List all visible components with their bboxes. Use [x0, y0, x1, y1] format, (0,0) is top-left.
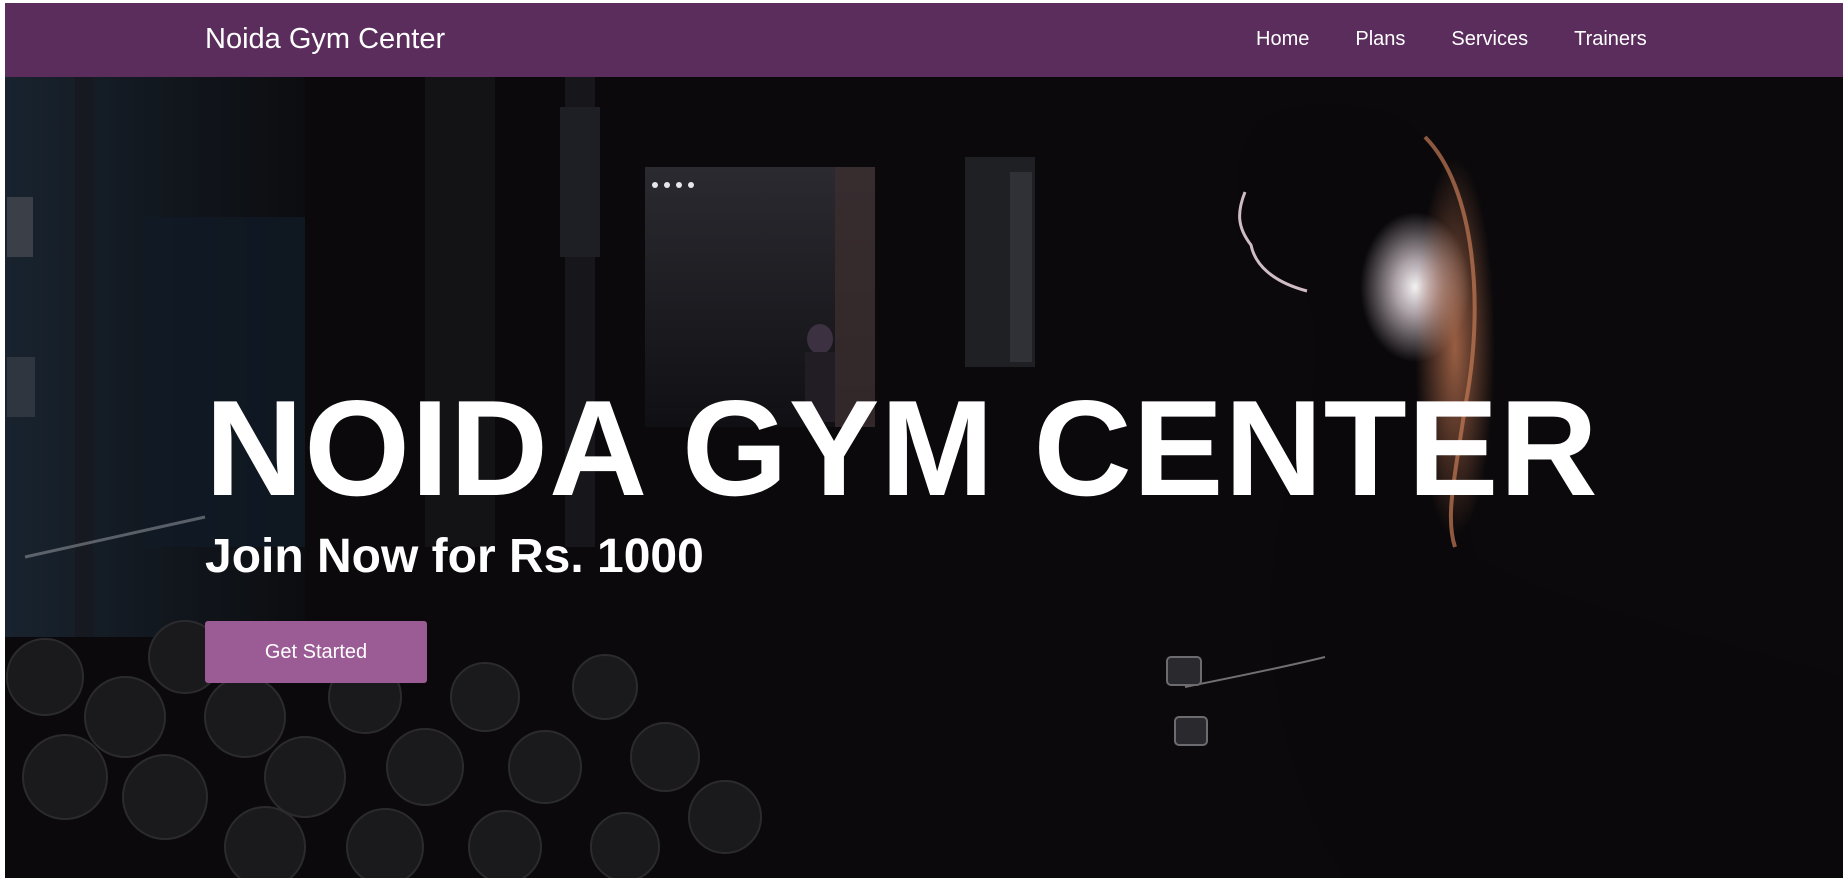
nav-links: Home Plans Services Trainers [1256, 28, 1693, 51]
hero-title: NOIDA GYM CENTER [205, 372, 1599, 524]
brand-logo-link[interactable]: Noida Gym Center [205, 23, 445, 56]
nav-link-home[interactable]: Home [1256, 28, 1309, 51]
hero-section: NOIDA GYM CENTER Join Now for Rs. 1000 G… [5, 77, 1843, 878]
nav-link-services[interactable]: Services [1451, 28, 1528, 51]
get-started-button[interactable]: Get Started [205, 621, 427, 683]
page-frame: Noida Gym Center Home Plans Services Tra… [5, 3, 1843, 878]
nav-link-plans[interactable]: Plans [1355, 28, 1405, 51]
navbar: Noida Gym Center Home Plans Services Tra… [5, 3, 1843, 77]
nav-link-trainers[interactable]: Trainers [1574, 28, 1647, 51]
hero-subtitle: Join Now for Rs. 1000 [205, 530, 704, 583]
